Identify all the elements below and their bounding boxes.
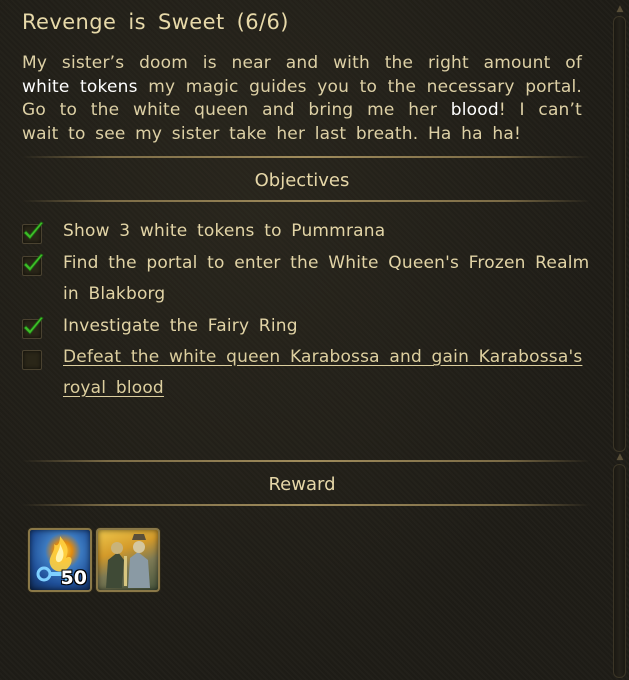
checkmark-icon — [23, 253, 44, 272]
objectives-scrollbar[interactable] — [613, 16, 626, 452]
reward-quantity: 50 — [60, 567, 87, 589]
objective-checkbox — [22, 253, 44, 276]
reward-item-blue-flame-key[interactable]: 50 — [28, 528, 92, 592]
objective-text: Investigate the Fairy Ring — [63, 316, 298, 336]
checkmark-icon — [23, 221, 44, 240]
description-highlight-white-tokens: white tokens — [22, 76, 138, 97]
scroll-up-icon-lower[interactable]: ▲ — [615, 452, 625, 462]
quest-description: My sister’s doom is near and with the ri… — [22, 52, 582, 146]
divider-top — [22, 156, 590, 158]
divider-objectives — [22, 200, 590, 202]
objective-item: Show 3 white tokens to Pummrana — [22, 216, 592, 247]
objective-text: Find the portal to enter the White Queen… — [63, 253, 590, 304]
objective-item: Investigate the Fairy Ring — [22, 311, 592, 342]
description-highlight-blood: blood — [450, 100, 499, 120]
objective-checkbox — [22, 221, 44, 244]
divider-reward — [22, 504, 590, 506]
reward-heading: Reward — [268, 474, 336, 495]
objective-checkbox — [22, 316, 44, 339]
objective-checkbox-empty — [22, 350, 42, 370]
objective-item: Find the portal to enter the White Queen… — [22, 248, 592, 310]
divider-reward-top — [22, 460, 590, 462]
quest-title: Revenge is Sweet (6/6) — [22, 10, 289, 34]
reward-scrollbar[interactable] — [613, 464, 626, 678]
hero-portrait-icon — [106, 534, 150, 588]
objective-item[interactable]: Defeat the white queen Karabossa and gai… — [22, 342, 592, 404]
checkmark-icon — [23, 316, 44, 335]
objective-text: Show 3 white tokens to Pummrana — [63, 221, 386, 241]
scroll-up-icon[interactable]: ▲ — [615, 4, 625, 14]
objective-link[interactable]: Defeat the white queen Karabossa and gai… — [63, 342, 592, 404]
description-text-1: My sister’s doom is near and with the ri… — [22, 53, 582, 73]
reward-item-hero-portrait[interactable] — [96, 528, 160, 592]
objectives-heading: Objectives — [254, 170, 350, 191]
quest-panel: Revenge is Sweet (6/6) My sister’s doom … — [0, 0, 629, 680]
